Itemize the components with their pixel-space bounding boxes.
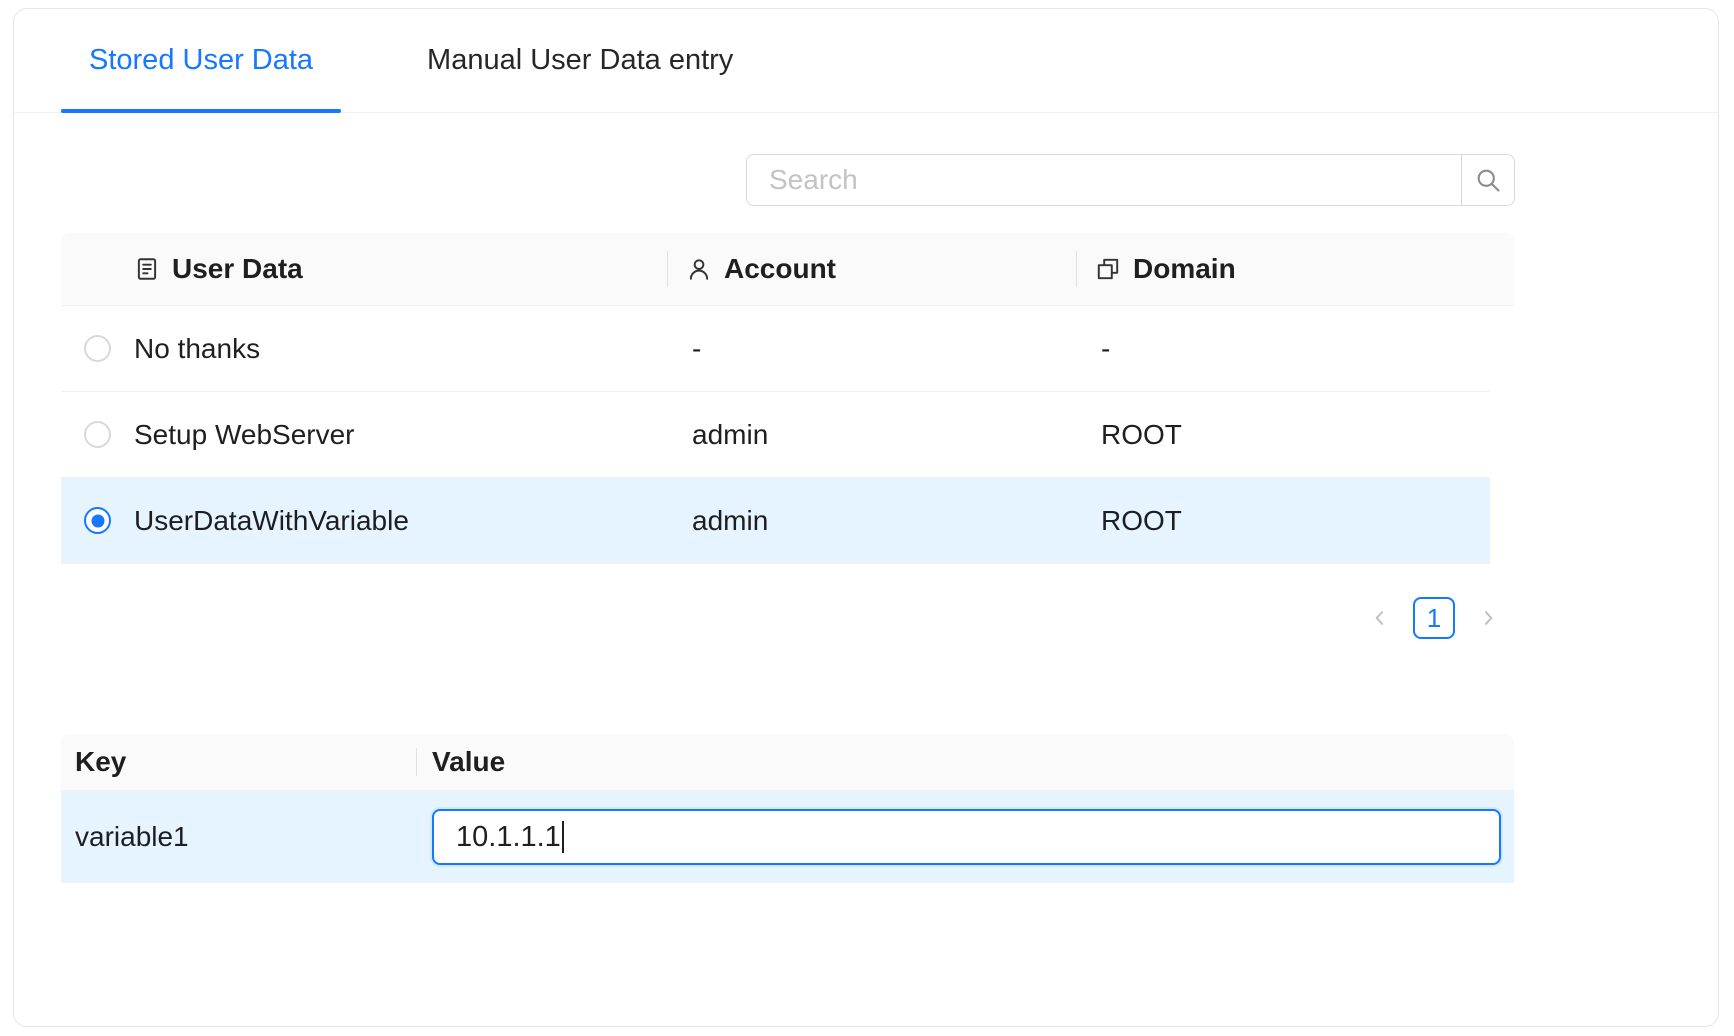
column-label-user-data: User Data	[172, 253, 303, 285]
user-data-table-body: No thanks - - Setup WebServer admin ROOT…	[61, 306, 1490, 564]
user-data-table-header: User Data Account Domain	[61, 233, 1514, 306]
chevron-left-icon	[1370, 608, 1390, 628]
tab-bar: Stored User Data Manual User Data entry	[14, 9, 1718, 113]
cell-user-data: No thanks	[134, 333, 667, 365]
row-radio-cell	[61, 335, 134, 362]
radio-button[interactable]	[84, 421, 111, 448]
cell-user-data: UserDataWithVariable	[134, 505, 667, 537]
column-header-value: Value	[416, 734, 1514, 790]
tab-manual-user-data-entry-label: Manual User Data entry	[427, 44, 733, 77]
cell-domain: ROOT	[1076, 505, 1490, 537]
search-input[interactable]	[746, 154, 1461, 206]
tab-manual-user-data-entry[interactable]: Manual User Data entry	[399, 9, 761, 112]
cell-key: variable1	[61, 821, 416, 853]
table-row-userdatawithvariable[interactable]: UserDataWithVariable admin ROOT	[61, 478, 1490, 564]
pagination-prev-button[interactable]	[1365, 597, 1395, 639]
search-icon	[1474, 166, 1502, 194]
text-cursor	[562, 821, 564, 853]
tab-stored-user-data[interactable]: Stored User Data	[61, 9, 341, 112]
row-radio-cell	[61, 421, 134, 448]
column-label-account: Account	[724, 253, 836, 285]
cell-account: admin	[667, 505, 1076, 537]
pagination: 1	[1365, 597, 1503, 639]
column-label-domain: Domain	[1133, 253, 1236, 285]
domain-icon	[1095, 256, 1121, 282]
radio-button[interactable]	[84, 335, 111, 362]
column-header-domain: Domain	[1076, 233, 1514, 305]
column-header-key: Key	[61, 734, 416, 790]
row-radio-cell	[61, 507, 134, 534]
key-value-row: variable1 10.1.1.1	[61, 791, 1514, 883]
user-data-icon	[134, 256, 160, 282]
column-header-user-data: User Data	[61, 233, 667, 305]
key-value-table: Key Value variable1 10.1.1.1	[61, 734, 1514, 883]
radio-button-checked[interactable]	[84, 507, 111, 534]
user-data-panel: Stored User Data Manual User Data entry	[13, 8, 1719, 1027]
cell-account: admin	[667, 419, 1076, 451]
pagination-next-button[interactable]	[1473, 597, 1503, 639]
table-row-no-thanks[interactable]: No thanks - -	[61, 306, 1490, 392]
pagination-page-1[interactable]: 1	[1413, 597, 1455, 639]
account-icon	[686, 256, 712, 282]
search-bar	[746, 154, 1515, 206]
cell-user-data: Setup WebServer	[134, 419, 667, 451]
table-row-setup-webserver[interactable]: Setup WebServer admin ROOT	[61, 392, 1490, 478]
cell-domain: ROOT	[1076, 419, 1490, 451]
cell-value: 10.1.1.1	[416, 809, 1514, 865]
cell-domain: -	[1076, 333, 1490, 365]
active-tab-indicator	[61, 109, 341, 113]
value-input-text: 10.1.1.1	[456, 821, 561, 854]
chevron-right-icon	[1478, 608, 1498, 628]
tab-stored-user-data-label: Stored User Data	[89, 44, 313, 77]
value-input[interactable]: 10.1.1.1	[432, 809, 1501, 865]
cell-account: -	[667, 333, 1076, 365]
column-header-account: Account	[667, 233, 1076, 305]
key-value-table-header: Key Value	[61, 734, 1514, 791]
search-button[interactable]	[1461, 154, 1515, 206]
